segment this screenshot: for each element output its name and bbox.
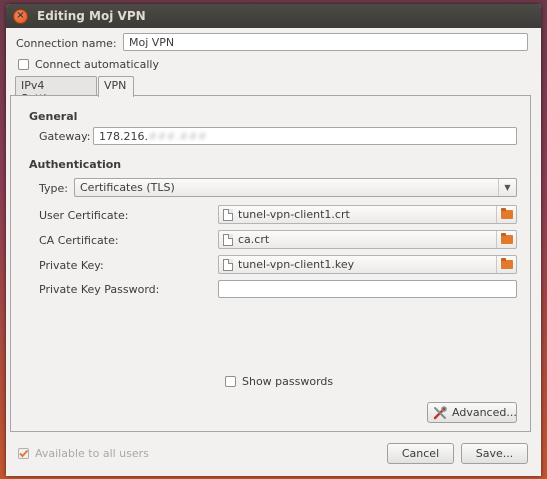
authentication-section-title: Authentication [29, 158, 122, 171]
user-certificate-chooser[interactable]: tunel-vpn-client1.crt [218, 205, 517, 224]
available-to-all-users-row[interactable]: Available to all users [18, 447, 149, 460]
title-bar: × Editing Moj VPN [6, 4, 541, 28]
tab-vpn[interactable]: VPN [98, 76, 134, 97]
private-key-chooser[interactable]: tunel-vpn-client1.key [218, 255, 517, 274]
chevron-down-icon: ▼ [498, 179, 516, 196]
advanced-button[interactable]: Advanced... [427, 402, 517, 423]
tab-ipv4-settings[interactable]: IPv4 Settings [15, 76, 97, 105]
private-key-value: tunel-vpn-client1.key [238, 258, 355, 271]
gateway-input[interactable]: 178.216. ###.### [93, 127, 517, 145]
available-to-all-users-checkbox[interactable] [18, 448, 29, 459]
gateway-value: 178.216. [99, 129, 148, 143]
save-label: Save... [475, 447, 514, 460]
private-key-browse-button[interactable] [496, 256, 516, 273]
cancel-label: Cancel [401, 447, 440, 460]
close-icon[interactable]: × [13, 8, 28, 24]
folder-icon [500, 258, 513, 269]
user-certificate-value: tunel-vpn-client1.crt [238, 208, 350, 221]
gateway-label: Gateway: [39, 130, 91, 143]
available-to-all-users-label: Available to all users [35, 447, 149, 460]
folder-icon [500, 208, 513, 219]
window-title: Editing Moj VPN [37, 9, 146, 23]
user-certificate-browse-button[interactable] [496, 206, 516, 223]
document-icon [223, 208, 233, 221]
ca-certificate-value: ca.crt [238, 233, 270, 246]
document-icon [223, 233, 233, 246]
type-label: Type: [39, 182, 68, 195]
document-icon [223, 258, 233, 271]
ca-certificate-browse-button[interactable] [496, 231, 516, 248]
general-section-title: General [29, 110, 78, 123]
private-key-password-label: Private Key Password: [39, 283, 160, 296]
show-passwords-checkbox[interactable] [225, 376, 236, 387]
checkmark-icon [19, 449, 29, 458]
ca-certificate-label: CA Certificate: [39, 234, 119, 247]
connect-automatically-checkbox[interactable] [18, 59, 29, 70]
show-passwords-label: Show passwords [242, 375, 334, 388]
private-key-password-input[interactable] [218, 280, 517, 298]
type-combobox[interactable]: Certificates (TLS) ▼ [74, 178, 517, 197]
connect-automatically-label: Connect automatically [35, 58, 159, 71]
show-passwords-row[interactable]: Show passwords [225, 375, 333, 388]
private-key-label: Private Key: [39, 259, 104, 272]
ca-certificate-chooser[interactable]: ca.crt [218, 230, 517, 249]
dialog-window: × Editing Moj VPN Connection name: Moj V… [6, 4, 541, 476]
tools-icon [433, 405, 447, 420]
connection-name-label: Connection name: [16, 37, 117, 50]
type-value: Certificates (TLS) [80, 181, 175, 194]
tab-vpn-label: VPN [104, 79, 127, 92]
folder-icon [500, 233, 513, 244]
gateway-blurred-value: ###.### [147, 129, 207, 143]
advanced-label: Advanced... [452, 406, 517, 419]
cancel-button[interactable]: Cancel [387, 443, 454, 464]
user-certificate-label: User Certificate: [39, 209, 129, 222]
connection-name-input[interactable]: Moj VPN [123, 33, 528, 51]
vpn-panel: General Gateway: 178.216. ###.### Authent… [10, 95, 531, 432]
save-button[interactable]: Save... [461, 443, 528, 464]
connect-automatically-row[interactable]: Connect automatically [18, 58, 159, 71]
connection-name-value: Moj VPN [129, 35, 175, 49]
